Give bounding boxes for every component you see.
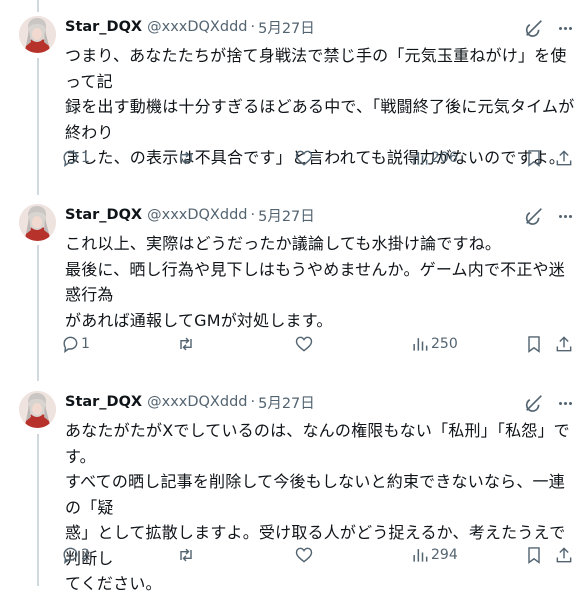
display-name[interactable]: Star_DQX <box>65 207 142 223</box>
grok-icon[interactable] <box>523 17 545 39</box>
share-button[interactable] <box>554 543 574 567</box>
thread-line <box>37 245 39 381</box>
like-icon <box>295 547 313 563</box>
thread-line <box>37 434 39 586</box>
bookmark-button[interactable] <box>524 543 544 567</box>
like-button[interactable] <box>294 146 314 170</box>
view-count: 294 <box>431 547 458 563</box>
separator: · <box>250 394 256 410</box>
more-icon[interactable] <box>554 205 576 227</box>
views-icon <box>413 152 428 165</box>
user-handle[interactable]: @xxxDQXddd <box>147 394 247 410</box>
retweet-icon <box>180 337 192 351</box>
display-name[interactable]: Star_DQX <box>65 19 142 35</box>
reply-button[interactable]: 2 <box>60 543 90 567</box>
action-bar: 1 206 <box>60 146 580 170</box>
action-bar: 1 250 <box>60 332 580 356</box>
more-icon[interactable] <box>554 392 576 414</box>
tweet-text: あなたがたがXでしているのは、なんの権限もない「私刑」「私怨」です。 すべての晒… <box>65 421 570 593</box>
avatar-image <box>19 16 56 53</box>
view-count: 250 <box>431 336 458 352</box>
bookmark-icon <box>528 336 540 353</box>
bookmark-button[interactable] <box>524 146 544 170</box>
timestamp[interactable]: 5月27日 <box>258 17 315 38</box>
retweet-icon <box>180 548 192 562</box>
share-icon <box>556 150 572 166</box>
share-button[interactable] <box>554 146 574 170</box>
reply-count: 1 <box>81 150 90 166</box>
tweet-header: Star_DQX @xxxDQXddd · 5月27日 <box>65 204 315 226</box>
display-name[interactable]: Star_DQX <box>65 394 142 410</box>
views-icon <box>413 338 428 351</box>
reply-icon <box>63 150 78 168</box>
views-button[interactable]: 250 <box>410 332 458 356</box>
retweet-button[interactable] <box>176 543 196 567</box>
share-icon <box>556 336 572 352</box>
like-button[interactable] <box>294 543 314 567</box>
reply-icon <box>63 547 78 565</box>
bookmark-button[interactable] <box>524 332 544 356</box>
grok-icon[interactable] <box>523 205 545 227</box>
avatar-image <box>19 204 56 241</box>
reply-button[interactable]: 1 <box>60 146 90 170</box>
retweet-button[interactable] <box>176 146 196 170</box>
separator: · <box>250 207 256 223</box>
like-icon <box>295 336 313 352</box>
reply-icon <box>63 336 78 354</box>
views-button[interactable]: 294 <box>410 543 458 567</box>
reply-count: 1 <box>81 336 90 352</box>
user-handle[interactable]: @xxxDQXddd <box>147 207 247 223</box>
avatar[interactable] <box>19 16 56 53</box>
timestamp[interactable]: 5月27日 <box>258 205 315 226</box>
tweet-text: これ以上、実際はどうだったか議論しても水掛け論ですね。 最後に、晒し行為や見下し… <box>65 234 565 330</box>
avatar-image <box>19 391 56 428</box>
like-icon <box>295 150 313 166</box>
action-bar: 2 294 <box>60 543 580 567</box>
reply-button[interactable]: 1 <box>60 332 90 356</box>
share-button[interactable] <box>554 332 574 356</box>
avatar[interactable] <box>19 391 56 428</box>
views-icon <box>413 549 428 562</box>
retweet-icon <box>180 151 192 165</box>
reply-count: 2 <box>81 547 90 563</box>
bookmark-icon <box>528 547 540 564</box>
bookmark-icon <box>528 150 540 167</box>
share-icon <box>556 547 572 563</box>
separator: · <box>250 19 256 35</box>
more-icon[interactable] <box>554 17 576 39</box>
tweet-header: Star_DQX @xxxDQXddd · 5月27日 <box>65 391 315 413</box>
view-count: 206 <box>431 150 458 166</box>
views-button[interactable]: 206 <box>410 146 458 170</box>
thread-line <box>37 0 39 12</box>
retweet-button[interactable] <box>176 332 196 356</box>
thread-line <box>37 58 39 195</box>
like-button[interactable] <box>294 332 314 356</box>
grok-icon[interactable] <box>523 392 545 414</box>
avatar[interactable] <box>19 204 56 241</box>
tweet-header: Star_DQX @xxxDQXddd · 5月27日 <box>65 16 315 38</box>
timestamp[interactable]: 5月27日 <box>258 392 315 413</box>
user-handle[interactable]: @xxxDQXddd <box>147 19 247 35</box>
